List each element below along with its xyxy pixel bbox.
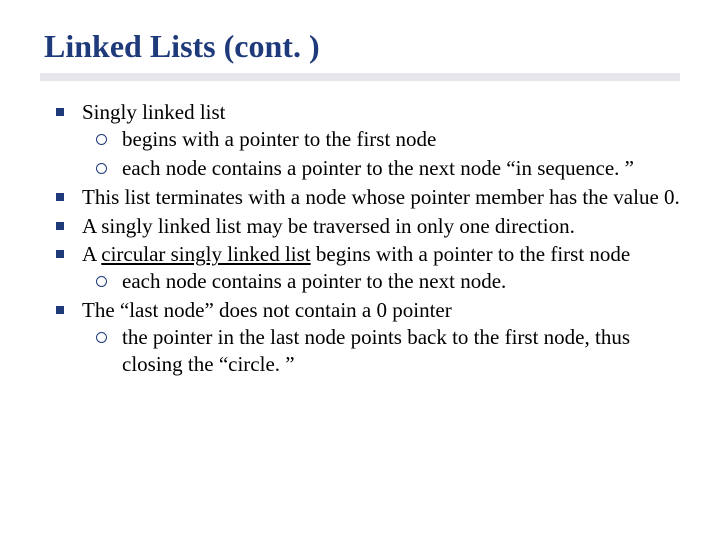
sub-item: each node contains a pointer to the next… xyxy=(86,268,680,295)
text: begins with a pointer to the first node xyxy=(311,242,631,266)
list-item: This list terminates with a node whose p… xyxy=(46,184,680,211)
text: each node contains a pointer to the next… xyxy=(122,156,634,180)
text: A xyxy=(82,242,101,266)
list-item: The “last node” does not contain a 0 poi… xyxy=(46,297,680,378)
text: each node contains a pointer to the next… xyxy=(122,269,506,293)
sublist: begins with a pointer to the first node … xyxy=(82,126,680,182)
list-item: A circular singly linked list begins wit… xyxy=(46,241,680,295)
sublist: the pointer in the last node points back… xyxy=(82,324,680,378)
text: This list terminates with a node whose p… xyxy=(82,185,680,209)
text: The “last node” does not contain a 0 poi… xyxy=(82,298,452,322)
slide: Linked Lists (cont. ) Singly linked list… xyxy=(0,0,720,540)
text: begins with a pointer to the first node xyxy=(122,127,436,151)
underlined-term: circular singly linked list xyxy=(101,242,310,266)
text: A singly linked list may be traversed in… xyxy=(82,214,575,238)
text: the pointer in the last node points back… xyxy=(122,325,630,376)
list-item: A singly linked list may be traversed in… xyxy=(46,213,680,240)
sublist: each node contains a pointer to the next… xyxy=(82,268,680,295)
bullet-list: Singly linked list begins with a pointer… xyxy=(40,99,680,378)
slide-title: Linked Lists (cont. ) xyxy=(40,28,680,65)
sub-item: each node contains a pointer to the next… xyxy=(86,155,680,182)
sub-item: begins with a pointer to the first node xyxy=(86,126,680,153)
slide-body: Singly linked list begins with a pointer… xyxy=(40,99,680,378)
title-rule xyxy=(40,73,680,81)
text: Singly linked list xyxy=(82,100,226,124)
list-item: Singly linked list begins with a pointer… xyxy=(46,99,680,182)
sub-item: the pointer in the last node points back… xyxy=(86,324,680,378)
